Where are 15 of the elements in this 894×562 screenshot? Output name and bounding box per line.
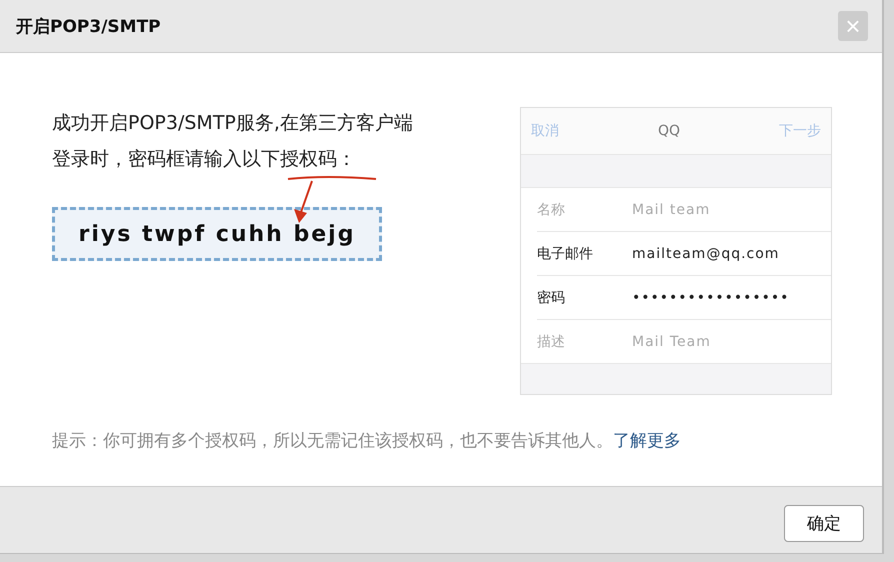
field-label: 名称 xyxy=(537,200,566,218)
field-label: 电子邮件 xyxy=(537,244,594,262)
screen-title: QQ xyxy=(658,123,680,139)
dialog-title: 开启POP3/SMTP xyxy=(16,16,161,38)
field-value: Mail team xyxy=(632,202,710,218)
tip-text: 提示：你可拥有多个授权码，所以无需记住该授权码，也不要告诉其他人。 xyxy=(52,431,613,451)
field-value: Mail Team xyxy=(632,334,711,350)
learn-more-link[interactable]: 了解更多 xyxy=(613,431,681,451)
field-label: 描述 xyxy=(537,332,566,350)
confirm-button[interactable]: 确定 xyxy=(784,504,864,542)
field-value: ••••••••••••••••• xyxy=(632,290,790,306)
auth-code: riys twpf cuhh bejg xyxy=(52,207,382,261)
field-value: mailteam@qq.com xyxy=(632,246,780,262)
field-label: 密码 xyxy=(537,288,566,306)
success-message: 成功开启POP3/SMTP服务,在第三方客户端登录时，密码框请输入以下授权码： xyxy=(52,111,414,172)
